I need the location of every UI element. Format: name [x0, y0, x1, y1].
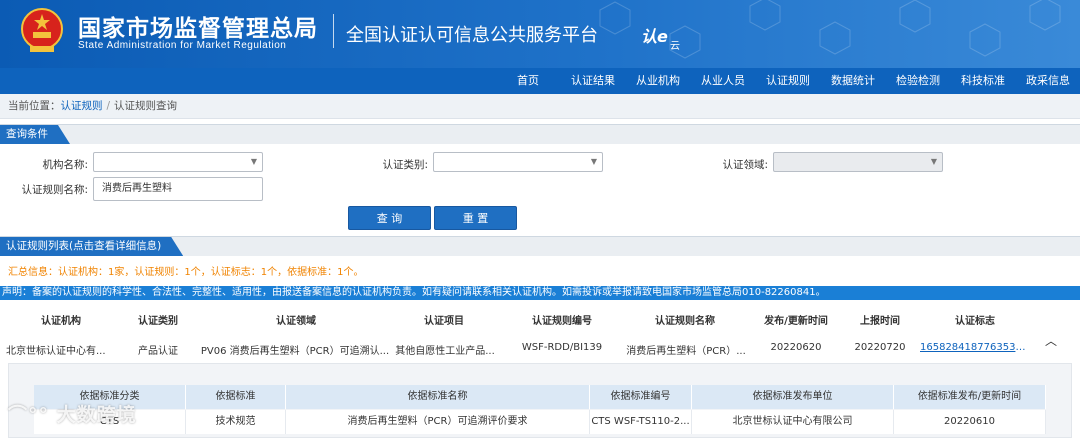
- cell-cert-type: 产品认证: [138, 346, 178, 357]
- watermark-text: 大数跨境: [56, 404, 137, 426]
- chevron-down-icon: ▼: [930, 157, 937, 166]
- watermark: ⌒°° 大数跨境: [8, 400, 137, 427]
- site-header: 国家市场监督管理总局 State Administration for Mark…: [0, 0, 1080, 68]
- results-section-title: 认证规则列表(点击查看详细信息): [0, 237, 183, 256]
- col-rule-name: 认证规则名称: [655, 316, 715, 327]
- disclaimer-notice: 声明：备案的认证规则的科学性、合法性、完整性、适用性，由报送备案信息的认证机构负…: [0, 286, 1080, 300]
- cell-cert-project: 其他自愿性工业产品...: [395, 346, 495, 357]
- rule-name-label: 认证规则名称:: [21, 184, 88, 196]
- col-cert-project: 认证项目: [424, 316, 464, 327]
- hexagon-pattern: [599, 0, 1061, 59]
- site-title-en: State Administration for Market Regulati…: [78, 40, 287, 51]
- sub-cell-date: 20220610: [894, 410, 1046, 434]
- nav-inspection[interactable]: 检验检测: [896, 68, 940, 94]
- nav-procurement[interactable]: 政采信息: [1026, 68, 1070, 94]
- nav-home[interactable]: 首页: [517, 68, 539, 94]
- breadcrumb: 当前位置：认证规则 / 认证规则查询: [0, 94, 1080, 119]
- nav-cert-rules[interactable]: 认证规则: [766, 68, 810, 94]
- org-name-select[interactable]: ▼: [93, 152, 263, 172]
- sub-col-publisher: 依据标准发布单位: [692, 385, 894, 409]
- watermark-icon: ⌒°°: [8, 404, 50, 426]
- cell-cert-mark-link[interactable]: 1658284187763533...: [920, 342, 1030, 353]
- national-emblem-icon: [21, 8, 63, 52]
- breadcrumb-prefix: 当前位置：: [8, 100, 61, 112]
- sub-col-name: 依据标准名称: [286, 385, 590, 409]
- logo-text: 认e: [641, 27, 668, 46]
- chevron-down-icon: ▼: [250, 157, 257, 166]
- nav-statistics[interactable]: 数据统计: [831, 68, 875, 94]
- cert-field-select[interactable]: ▼: [773, 152, 943, 172]
- reset-button[interactable]: 重 置: [434, 206, 517, 230]
- sub-col-number: 依据标准编号: [590, 385, 692, 409]
- col-cert-org: 认证机构: [41, 316, 81, 327]
- cell-published: 20220620: [770, 342, 822, 353]
- sub-cell-number: CTS WSF-TS110-2...: [590, 410, 692, 434]
- chevron-up-icon[interactable]: ︿: [1045, 332, 1057, 349]
- summary-info: 汇总信息：认证机构：1家，认证规则：1个，认证标志：1个，依据标准：1个。: [8, 267, 364, 278]
- cell-rule-name: 消费后再生塑料（PCR）...: [626, 346, 746, 357]
- cell-cert-field: PV06 消费后再生塑料（PCR）可追溯认...: [200, 346, 390, 357]
- sub-col-basis: 依据标准: [186, 385, 286, 409]
- search-button[interactable]: 查 询: [348, 206, 431, 230]
- col-rule-code: 认证规则编号: [532, 316, 592, 327]
- chevron-down-icon: ▼: [590, 157, 597, 166]
- renzheng-cloud-logo: 认e 云: [641, 27, 680, 52]
- cert-type-select[interactable]: ▼: [433, 152, 603, 172]
- breadcrumb-current: 认证规则查询: [114, 100, 178, 112]
- sub-cell-name: 消费后再生塑料（PCR）可追溯评价要求: [286, 410, 590, 434]
- col-cert-field: 认证领域: [276, 316, 316, 327]
- nav-tech-standards[interactable]: 科技标准: [961, 68, 1005, 94]
- nav-cert-results[interactable]: 认证结果: [571, 68, 615, 94]
- col-published: 发布/更新时间: [764, 316, 828, 327]
- query-section-bar: 查询条件: [0, 124, 1080, 144]
- results-section-bar: 认证规则列表(点击查看详细信息): [0, 236, 1080, 256]
- cell-reported: 20220720: [854, 342, 906, 353]
- header-divider: [333, 14, 334, 48]
- logo-text-cloud: 云: [670, 41, 680, 52]
- nav-institutions[interactable]: 从业机构: [636, 68, 680, 94]
- breadcrumb-separator: /: [106, 100, 111, 112]
- sub-cell-publisher: 北京世标认证中心有限公司: [692, 410, 894, 434]
- cert-type-label: 认证类别:: [382, 159, 428, 171]
- sub-col-date: 依据标准发布/更新时间: [894, 385, 1046, 409]
- col-cert-type: 认证类别: [138, 316, 178, 327]
- query-section-title: 查询条件: [0, 125, 70, 144]
- platform-title: 全国认证认可信息公共服务平台: [346, 25, 598, 46]
- main-nav: 首页 认证结果 从业机构 从业人员 认证规则 数据统计 检验检测 科技标准 政采…: [0, 68, 1080, 94]
- cert-field-label: 认证领域:: [722, 159, 768, 171]
- site-title-cn: 国家市场监督管理总局: [78, 16, 318, 42]
- breadcrumb-cert-rules[interactable]: 认证规则: [61, 100, 103, 112]
- col-reported: 上报时间: [860, 316, 900, 327]
- nav-personnel[interactable]: 从业人员: [701, 68, 745, 94]
- cell-cert-org: 北京世标认证中心有...: [6, 346, 106, 357]
- sub-cell-basis: 技术规范: [186, 410, 286, 434]
- rule-name-input[interactable]: 消费后再生塑料: [93, 177, 263, 201]
- cell-rule-code: WSF-RDD/BI139: [521, 342, 603, 353]
- col-cert-mark: 认证标志: [955, 316, 995, 327]
- org-name-label: 机构名称:: [42, 159, 88, 171]
